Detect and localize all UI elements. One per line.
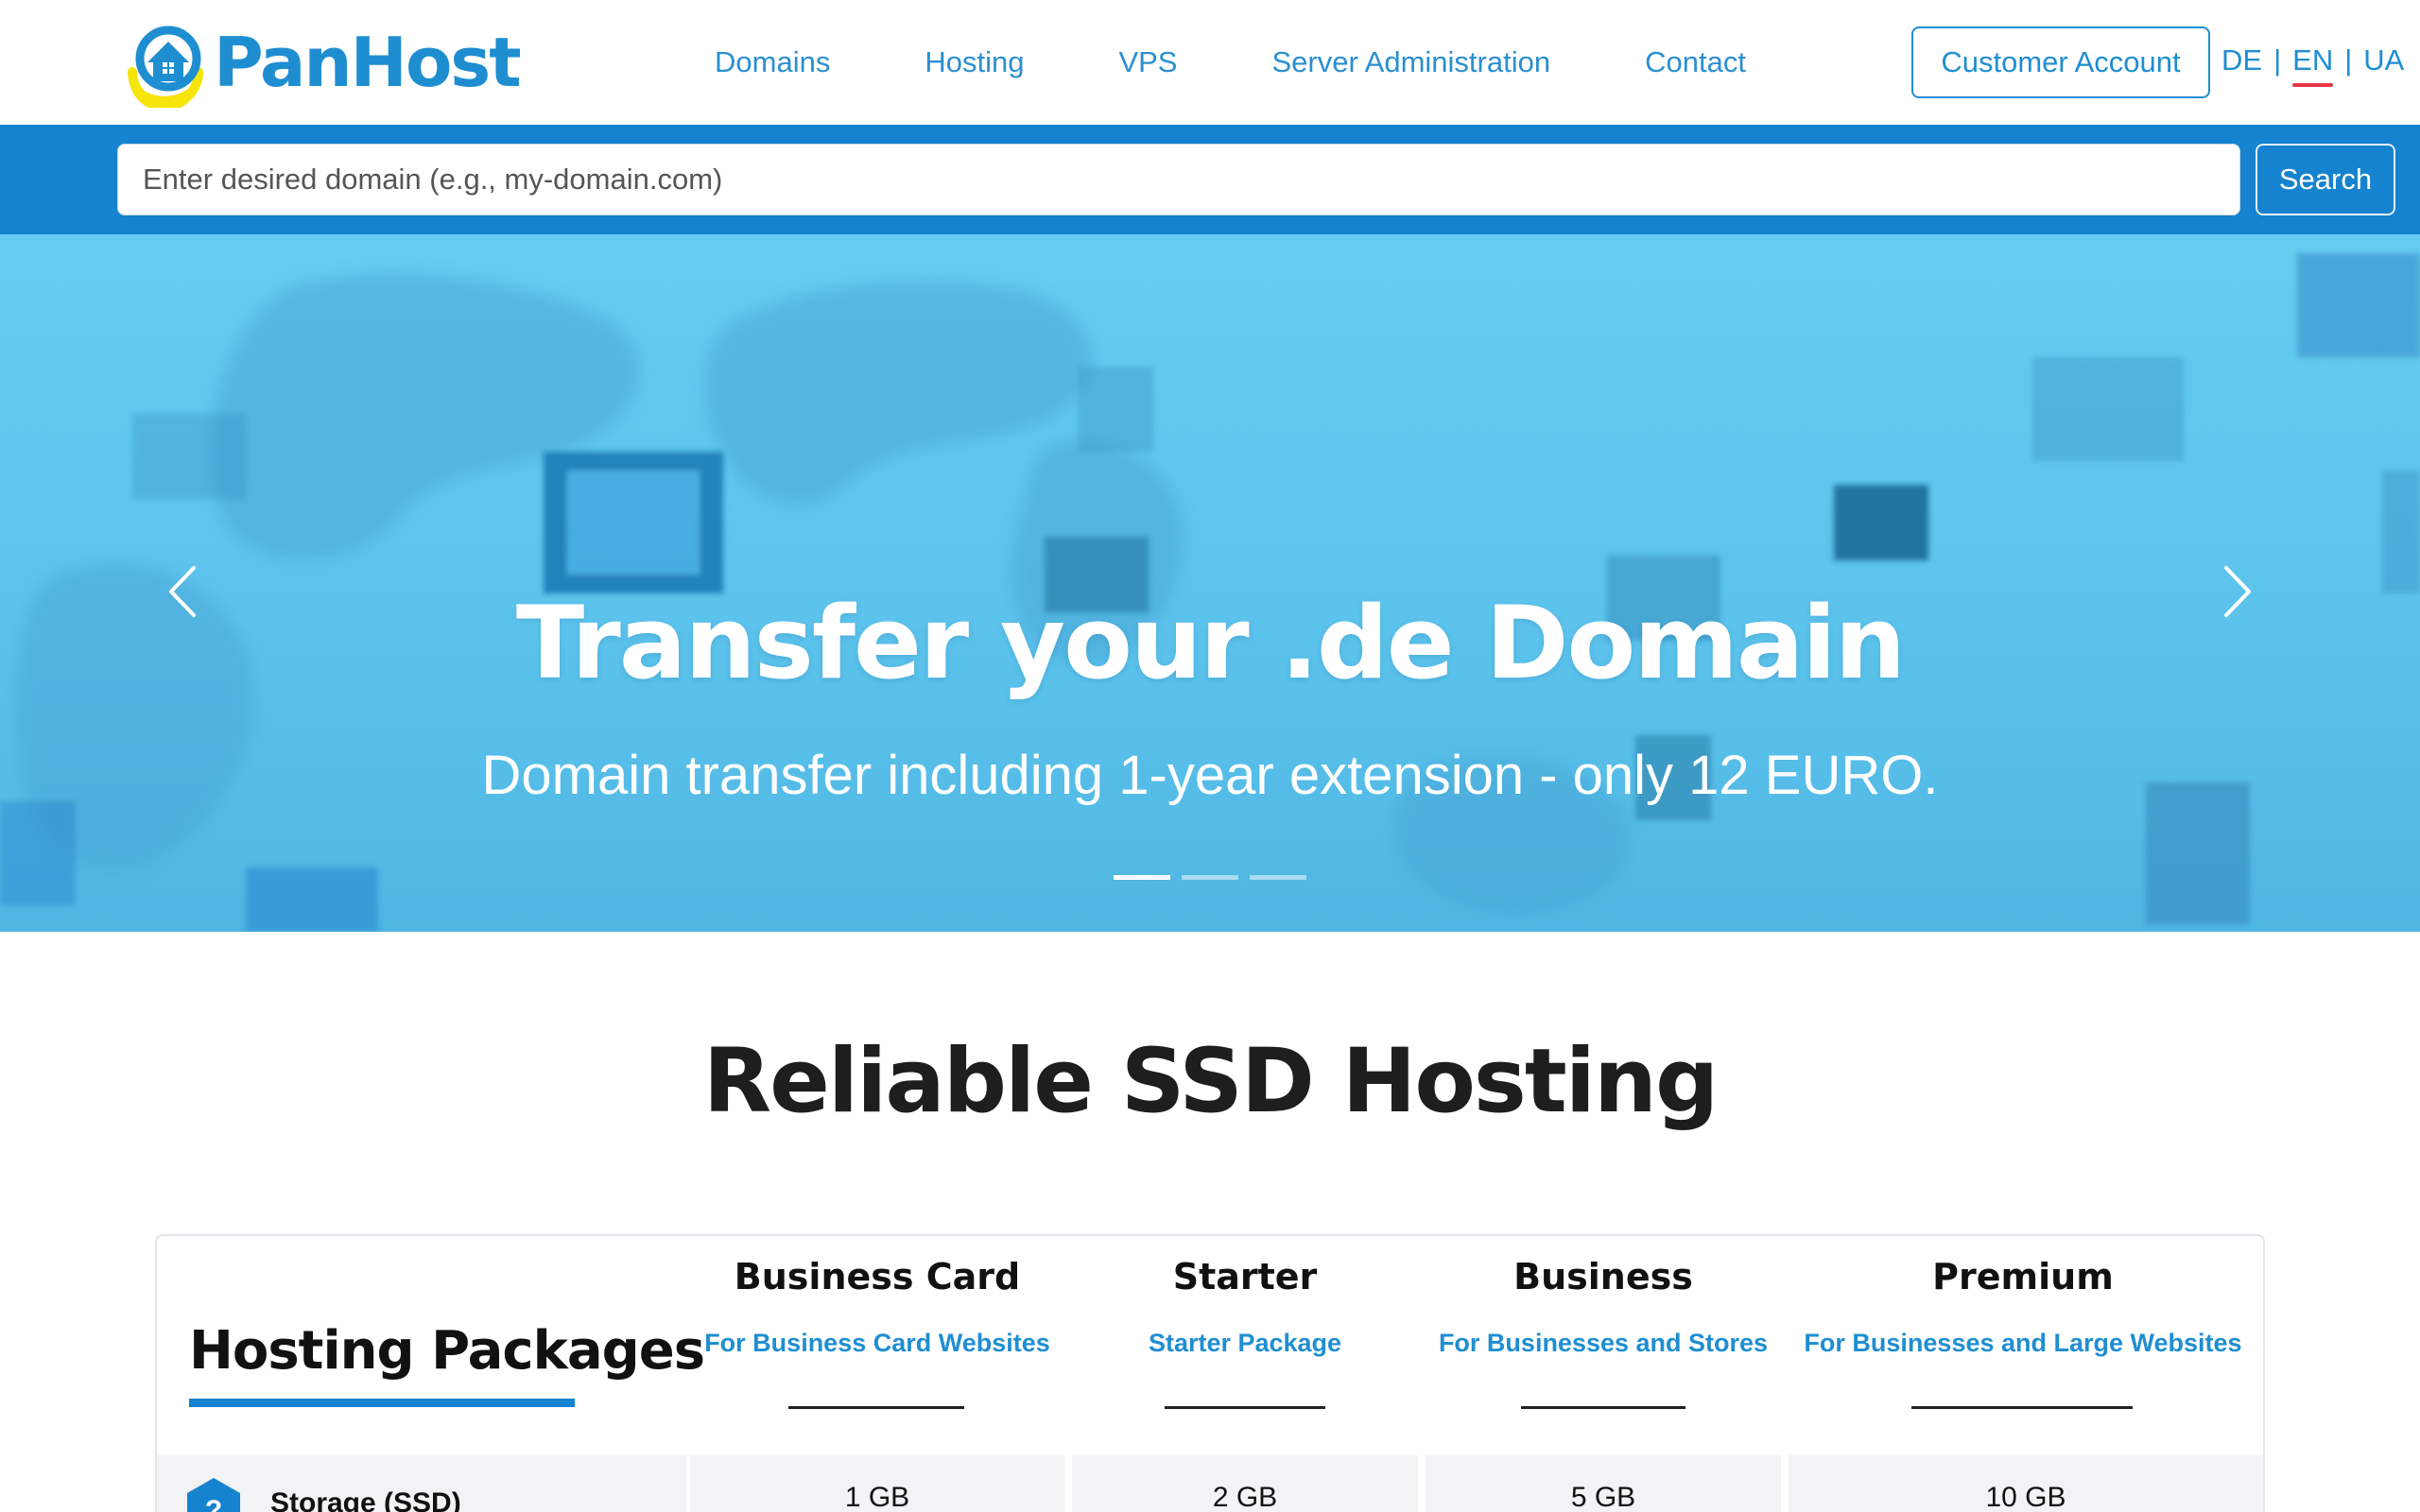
package-column-business: Business For Businesses and Stores — [1422, 1236, 1785, 1455]
lang-separator: | — [2273, 43, 2282, 77]
carousel-dot-2[interactable] — [1182, 875, 1238, 880]
nav-hosting[interactable]: Hosting — [925, 42, 1024, 83]
table-row: ? Storage (SSD) 1 GB 2 GB 5 GB 10 GB — [157, 1455, 2263, 1512]
svg-text:?: ? — [205, 1495, 222, 1512]
section-title: Reliable SSD Hosting — [702, 1030, 1720, 1133]
package-description: For Businesses and Stores — [1438, 1329, 1769, 1357]
package-description: For Businesses and Large Websites — [1804, 1329, 2242, 1357]
package-column-premium: Premium For Businesses and Large Website… — [1785, 1236, 2261, 1455]
carousel-dot-3[interactable] — [1250, 875, 1306, 880]
nav-domains[interactable]: Domains — [715, 42, 830, 83]
customer-account-button[interactable]: Customer Account — [1911, 26, 2210, 98]
main-nav: Domains Hosting VPS Server Administratio… — [715, 42, 1746, 83]
domain-search-bar: Search — [0, 125, 2420, 234]
table-cell: 1 GB — [690, 1455, 1064, 1512]
lang-ua[interactable]: UA — [2363, 43, 2404, 77]
row-label: Storage (SSD) — [270, 1487, 461, 1512]
hero-background-image — [0, 253, 2420, 932]
hero-carousel: Transfer your .de Domain Domain transfer… — [0, 234, 2420, 932]
lang-en[interactable]: EN — [2292, 43, 2334, 87]
package-name: Starter — [1172, 1256, 1318, 1297]
package-description: For Business Card Websites — [704, 1329, 1050, 1357]
package-description: Starter Package — [1148, 1329, 1342, 1357]
lang-de[interactable]: DE — [2221, 43, 2262, 77]
domain-search-input[interactable] — [117, 144, 2240, 215]
packages-heading: Hosting Packages — [189, 1320, 705, 1382]
carousel-indicators — [1114, 875, 1318, 880]
heading-underline — [189, 1399, 575, 1407]
table-cell: 5 GB — [1426, 1455, 1781, 1512]
language-switcher: DE | EN | UA — [2221, 43, 2404, 87]
package-column-business-card: Business Card For Business Card Websites — [686, 1236, 1068, 1455]
search-button[interactable]: Search — [2256, 144, 2395, 215]
logo-house-icon — [128, 26, 203, 108]
nav-contact[interactable]: Contact — [1645, 42, 1746, 83]
nav-server-administration[interactable]: Server Administration — [1271, 42, 1550, 83]
column-divider — [1911, 1406, 2133, 1409]
logo-wordmark: PanHost — [214, 23, 522, 102]
question-hexagon-icon[interactable]: ? — [185, 1476, 242, 1512]
hero-title: Transfer your .de Domain — [515, 585, 1906, 701]
column-divider — [1165, 1406, 1325, 1409]
carousel-dot-1[interactable] — [1114, 875, 1170, 880]
nav-vps[interactable]: VPS — [1118, 42, 1177, 83]
site-header: PanHost Domains Hosting VPS Server Admin… — [0, 0, 2420, 125]
package-name: Premium — [1932, 1256, 2114, 1297]
column-divider — [1521, 1406, 1685, 1409]
site-logo[interactable]: PanHost — [119, 15, 522, 110]
table-cell: 2 GB — [1072, 1455, 1418, 1512]
table-cell: 10 GB — [1789, 1455, 2263, 1512]
package-name: Business — [1513, 1256, 1693, 1297]
hosting-packages-table: Hosting Packages Business Card For Busin… — [155, 1234, 2265, 1512]
package-column-starter: Starter Starter Package — [1068, 1236, 1422, 1455]
row-label-cell: ? Storage (SSD) — [157, 1455, 686, 1512]
hero-subtitle: Domain transfer including 1-year extensi… — [481, 745, 1939, 806]
column-divider — [788, 1406, 964, 1409]
lang-separator: | — [2344, 43, 2353, 77]
package-name: Business Card — [734, 1256, 1021, 1297]
